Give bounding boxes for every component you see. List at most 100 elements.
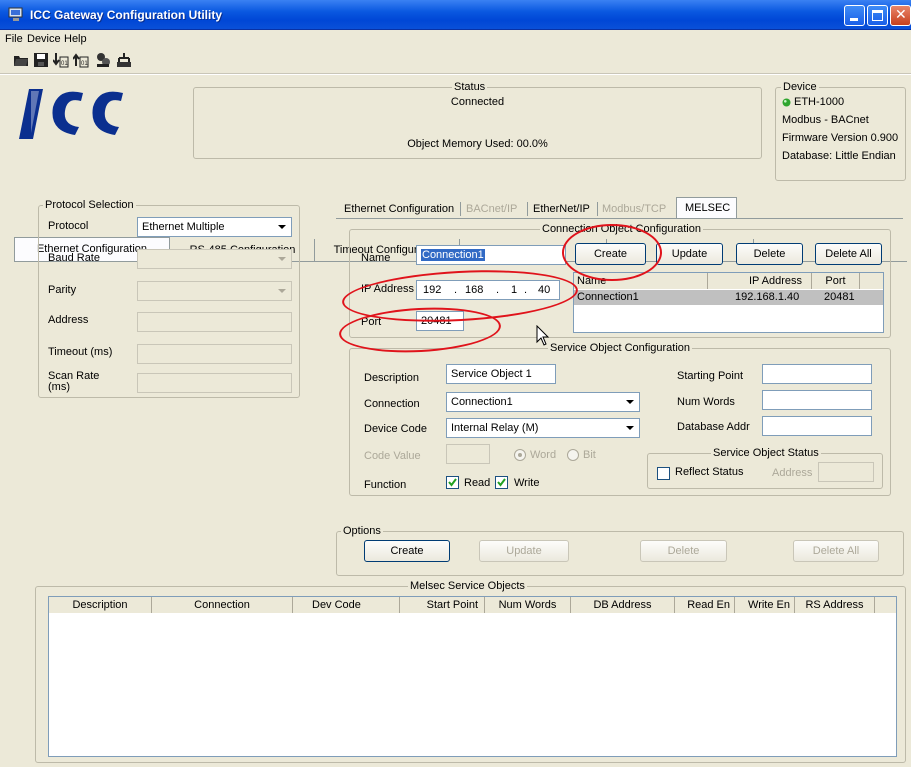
- chevron-down-icon: [278, 257, 286, 261]
- window-title: ICC Gateway Configuration Utility: [30, 8, 223, 22]
- status-state: Connected: [450, 96, 505, 108]
- options-title: Options: [341, 525, 383, 537]
- maximize-icon: [872, 10, 883, 21]
- svg-text:01: 01: [81, 61, 88, 67]
- reflect-status-label: Reflect Status: [675, 466, 744, 478]
- starting-point-label: Starting Point: [677, 370, 744, 382]
- col-dev-code[interactable]: Dev Code: [293, 597, 400, 613]
- name-field[interactable]: Connection1: [416, 245, 566, 265]
- protocol-selection-title: Protocol Selection: [43, 199, 136, 211]
- upload-icon[interactable]: 01: [73, 52, 89, 68]
- timeout-label: Timeout (ms): [48, 346, 113, 358]
- connections-list[interactable]: Name IP Address Port Connection1 192.168…: [573, 272, 884, 333]
- subtab-ethernet-configuration[interactable]: Ethernet Configuration: [344, 199, 454, 219]
- list-item-name: Connection1: [577, 291, 639, 303]
- subtab-baseline: [336, 218, 903, 219]
- list-header-port[interactable]: Port: [812, 273, 860, 289]
- melsec-service-objects-title: Melsec Service Objects: [408, 580, 527, 592]
- subtab-ethernet-ip[interactable]: EtherNet/IP: [533, 199, 590, 219]
- minimize-button[interactable]: [844, 5, 865, 26]
- col-num-words[interactable]: Num Words: [485, 597, 571, 613]
- protocol-selection-group: Protocol Selection Protocol Ethernet Mul…: [38, 199, 300, 398]
- subtab-divider: [597, 202, 598, 216]
- menu-bar: File Device Help: [0, 30, 911, 48]
- chevron-down-icon[interactable]: [274, 219, 290, 235]
- close-icon: ✕: [895, 6, 907, 22]
- menu-help[interactable]: Help: [64, 33, 87, 45]
- service-object-status-title: Service Object Status: [711, 447, 821, 459]
- connection-update-button[interactable]: Update: [656, 243, 723, 265]
- num-words-field[interactable]: [762, 390, 872, 410]
- chevron-down-icon[interactable]: [622, 420, 638, 436]
- description-label: Description: [364, 372, 420, 384]
- device-icon[interactable]: [95, 52, 111, 68]
- code-value-field: [446, 444, 490, 464]
- network-icon[interactable]: [116, 52, 132, 68]
- col-read-en[interactable]: Read En: [675, 597, 735, 613]
- options-delete-all-button: Delete All: [793, 540, 879, 562]
- close-button[interactable]: ✕: [890, 5, 911, 26]
- maximize-button[interactable]: [867, 5, 888, 26]
- status-address-field: [818, 462, 874, 482]
- device-box: Device ETH-1000 Modbus - BACnet Firmware…: [775, 81, 906, 181]
- app-icon: [8, 7, 23, 21]
- bit-label: Bit: [583, 449, 596, 461]
- reflect-status-checkbox[interactable]: [657, 467, 670, 480]
- device-firmware: Firmware Version 0.900: [782, 132, 899, 144]
- col-db-address[interactable]: DB Address: [571, 597, 675, 613]
- status-led-icon: [782, 98, 791, 107]
- col-connection[interactable]: Connection: [152, 597, 293, 613]
- bit-radio: [567, 449, 579, 461]
- list-item-port: 20481: [824, 291, 855, 303]
- col-write-en[interactable]: Write En: [735, 597, 795, 613]
- read-label: Read: [464, 477, 491, 489]
- description-field[interactable]: Service Object 1: [446, 364, 556, 384]
- col-description[interactable]: Description: [49, 597, 152, 613]
- device-protocols: Modbus - BACnet: [782, 114, 869, 126]
- num-words-label: Num Words: [677, 396, 735, 408]
- save-icon[interactable]: [33, 52, 49, 68]
- col-filler: [875, 597, 896, 613]
- subtab-divider: [460, 202, 461, 216]
- name-label: Name: [361, 252, 391, 264]
- baud-rate-select: [137, 249, 292, 269]
- title-bar[interactable]: ICC Gateway Configuration Utility ✕: [0, 0, 911, 30]
- device-code-select[interactable]: Internal Relay (M): [446, 418, 640, 438]
- database-addr-field[interactable]: [762, 416, 872, 436]
- connection-select[interactable]: Connection1: [446, 392, 640, 412]
- checkmark-icon: [497, 478, 506, 487]
- download-icon[interactable]: 01: [53, 52, 69, 68]
- chevron-down-icon[interactable]: [622, 394, 638, 410]
- connection-delete-button[interactable]: Delete: [736, 243, 803, 265]
- col-rs-address[interactable]: RS Address: [795, 597, 875, 613]
- connection-delete-all-button[interactable]: Delete All: [815, 243, 882, 265]
- parity-label: Parity: [48, 284, 77, 296]
- icc-logo: [19, 89, 123, 139]
- word-radio: [514, 449, 526, 461]
- open-icon[interactable]: [13, 52, 29, 68]
- melsec-table[interactable]: Description Connection Dev Code Start Po…: [48, 596, 897, 757]
- menu-file[interactable]: File: [5, 33, 23, 45]
- col-start-point[interactable]: Start Point: [400, 597, 485, 613]
- list-header-ip[interactable]: IP Address: [708, 273, 812, 289]
- list-header-filler: [860, 273, 883, 289]
- device-database: Database: Little Endian: [782, 150, 896, 162]
- menu-device[interactable]: Device: [27, 33, 61, 45]
- function-label: Function: [364, 479, 407, 491]
- toolbar: 01 01: [0, 48, 911, 74]
- subtab-bacnet-ip: BACnet/IP: [466, 203, 518, 215]
- list-item-ip: 192.168.1.40: [735, 291, 800, 303]
- address-field: [137, 312, 292, 332]
- write-checkbox[interactable]: [495, 476, 508, 489]
- database-addr-label: Database Addr: [677, 421, 750, 433]
- subtab-melsec[interactable]: MELSEC: [676, 197, 737, 219]
- list-item[interactable]: Connection1 192.168.1.40 20481: [574, 290, 883, 305]
- read-checkbox[interactable]: [446, 476, 459, 489]
- service-object-status-group: Service Object Status Reflect Status Add…: [647, 447, 883, 489]
- options-create-button[interactable]: Create: [364, 540, 450, 562]
- starting-point-field[interactable]: [762, 364, 872, 384]
- protocol-label: Protocol: [48, 220, 89, 232]
- connection-label: Connection: [364, 398, 420, 410]
- scan-rate-unit: (ms): [48, 381, 70, 393]
- protocol-select[interactable]: Ethernet Multiple: [137, 217, 292, 237]
